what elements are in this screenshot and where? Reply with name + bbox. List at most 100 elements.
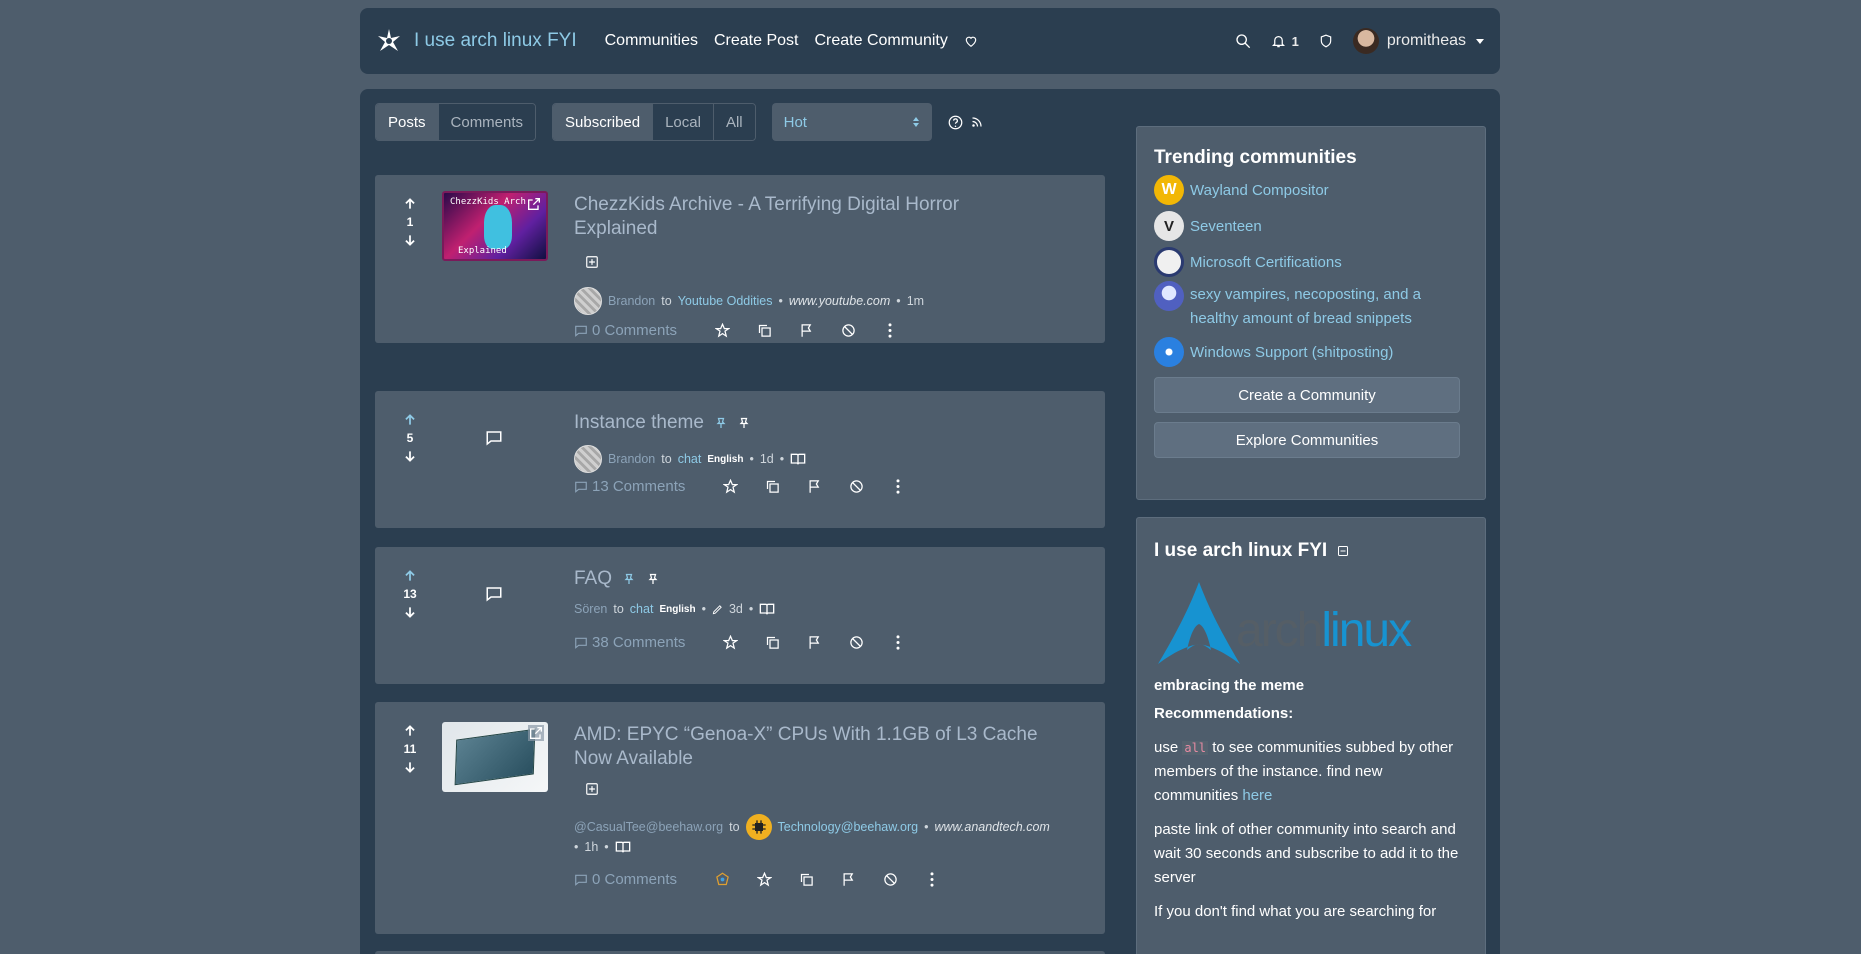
star-icon[interactable]	[709, 479, 751, 494]
sort-select[interactable]: Hot	[771, 103, 932, 141]
user-menu[interactable]: promitheas	[1352, 28, 1484, 54]
crosspost-icon[interactable]	[785, 872, 827, 887]
star-icon[interactable]	[743, 872, 785, 887]
comments-count: 13 Comments	[592, 478, 686, 495]
downvote-icon[interactable]	[403, 605, 417, 619]
block-icon[interactable]	[827, 323, 869, 338]
post-domain[interactable]: www.anandtech.com	[935, 820, 1050, 834]
post-title[interactable]: ChezzKids Archive - A Terrifying Digital…	[574, 193, 1014, 241]
post-thumbnail[interactable]: ChezzKids Arch Explained	[442, 191, 548, 261]
star-icon[interactable]	[701, 323, 743, 338]
help-icon[interactable]	[948, 115, 963, 130]
nav-create-post[interactable]: Create Post	[714, 32, 798, 50]
create-community-button[interactable]: Create a Community	[1154, 377, 1460, 413]
post-thumbnail[interactable]	[442, 722, 548, 792]
search-icon[interactable]	[1235, 33, 1251, 49]
brand[interactable]: I use arch linux FYI	[376, 28, 577, 54]
downvote-icon[interactable]	[403, 760, 417, 774]
author-link[interactable]: @CasualTee@beehaw.org	[574, 820, 723, 834]
explore-communities-button[interactable]: Explore Communities	[1154, 422, 1460, 458]
tab-comments[interactable]: Comments	[438, 104, 536, 140]
more-options-icon[interactable]	[877, 479, 919, 494]
nav-communities[interactable]: Communities	[605, 32, 698, 50]
author-link[interactable]: Sören	[574, 602, 607, 616]
downvote-icon[interactable]	[403, 233, 417, 247]
external-link-icon	[528, 198, 540, 210]
comments-link[interactable]: 13 Comments	[574, 478, 685, 495]
post-title[interactable]: Instance theme	[574, 411, 750, 435]
notification-count: 1	[1291, 33, 1299, 49]
flag-icon[interactable]	[793, 479, 835, 494]
author-link[interactable]: Brandon	[608, 294, 655, 308]
crosspost-icon[interactable]	[743, 323, 785, 338]
crosspost-icon[interactable]	[751, 479, 793, 494]
heart-icon[interactable]	[964, 34, 978, 48]
crosspost-icon[interactable]	[751, 635, 793, 650]
comments-link[interactable]: 38 Comments	[574, 634, 685, 651]
separator-dot: •	[701, 602, 706, 616]
tab-posts[interactable]: Posts	[376, 104, 439, 140]
block-icon[interactable]	[869, 872, 911, 887]
vote-column: 1	[399, 197, 421, 247]
notifications[interactable]: 1	[1271, 33, 1299, 49]
downvote-icon[interactable]	[403, 449, 417, 463]
tab-all[interactable]: All	[713, 104, 755, 140]
post-score: 1	[406, 215, 414, 229]
flag-icon[interactable]	[827, 872, 869, 887]
book-icon[interactable]	[790, 452, 806, 466]
trending-item[interactable]: Windows Support (shitposting)	[1154, 337, 1468, 367]
comments-link[interactable]: 0 Comments	[574, 322, 677, 339]
more-options-icon[interactable]	[911, 872, 953, 887]
flag-icon[interactable]	[793, 635, 835, 650]
trending-item-label: Windows Support (shitposting)	[1190, 343, 1394, 361]
nav-create-community[interactable]: Create Community	[814, 32, 947, 50]
more-options-icon[interactable]	[877, 635, 919, 650]
site-name[interactable]: I use arch linux FYI	[414, 30, 577, 52]
shield-icon[interactable]	[1319, 33, 1333, 49]
upvote-icon[interactable]	[403, 413, 417, 427]
author-avatar	[574, 445, 602, 473]
trending-item[interactable]: sexy vampires, necoposting, and a health…	[1154, 281, 1444, 331]
nav-links: Communities Create Post Create Community	[605, 32, 978, 50]
post-domain[interactable]: www.youtube.com	[789, 294, 890, 308]
trending-item[interactable]: Microsoft Certifications	[1154, 247, 1468, 277]
language-badge: English	[659, 603, 696, 615]
fediverse-icon[interactable]	[701, 872, 743, 887]
here-link[interactable]: here	[1242, 787, 1272, 804]
block-icon[interactable]	[835, 635, 877, 650]
upvote-icon[interactable]	[403, 197, 417, 211]
community-link[interactable]: chat	[630, 602, 654, 616]
block-icon[interactable]	[835, 479, 877, 494]
trending-list: W Wayland Compositor V Seventeen Microso…	[1154, 175, 1468, 367]
nav-right: 1 promitheas	[1235, 28, 1484, 54]
flag-icon[interactable]	[785, 323, 827, 338]
rss-icon[interactable]	[971, 116, 983, 128]
trending-item[interactable]: V Seventeen	[1154, 211, 1468, 241]
tab-local[interactable]: Local	[653, 104, 714, 140]
post-meta: Sören to chat English • 3d •	[574, 602, 775, 616]
post-card: 1 ChezzKids Arch Explained ChezzKids Arc…	[375, 175, 1105, 343]
post-title[interactable]: AMD: EPYC “Genoa-X” CPUs With 1.1GB of L…	[574, 723, 1054, 771]
book-icon[interactable]	[615, 840, 631, 854]
comments-link[interactable]: 0 Comments	[574, 871, 677, 888]
pin-icon	[648, 573, 658, 584]
expand-icon[interactable]	[585, 255, 599, 269]
collapse-icon[interactable]	[1337, 545, 1349, 557]
author-link[interactable]: Brandon	[608, 452, 655, 466]
star-icon[interactable]	[709, 635, 751, 650]
external-link-icon	[528, 725, 544, 741]
post-score: 13	[403, 587, 417, 601]
community-link[interactable]: chat	[678, 452, 702, 466]
trending-item[interactable]: W Wayland Compositor	[1154, 175, 1468, 205]
community-link[interactable]: Youtube Oddities	[678, 294, 773, 308]
comments-count: 38 Comments	[592, 634, 686, 651]
more-options-icon[interactable]	[869, 323, 911, 338]
book-icon[interactable]	[759, 602, 775, 616]
expand-icon[interactable]	[585, 782, 599, 796]
upvote-icon[interactable]	[403, 724, 417, 738]
post-age: 1m	[906, 294, 925, 308]
community-link[interactable]: Technology@beehaw.org	[778, 820, 919, 834]
post-title[interactable]: FAQ	[574, 567, 659, 591]
upvote-icon[interactable]	[403, 569, 417, 583]
tab-subscribed[interactable]: Subscribed	[553, 104, 654, 140]
